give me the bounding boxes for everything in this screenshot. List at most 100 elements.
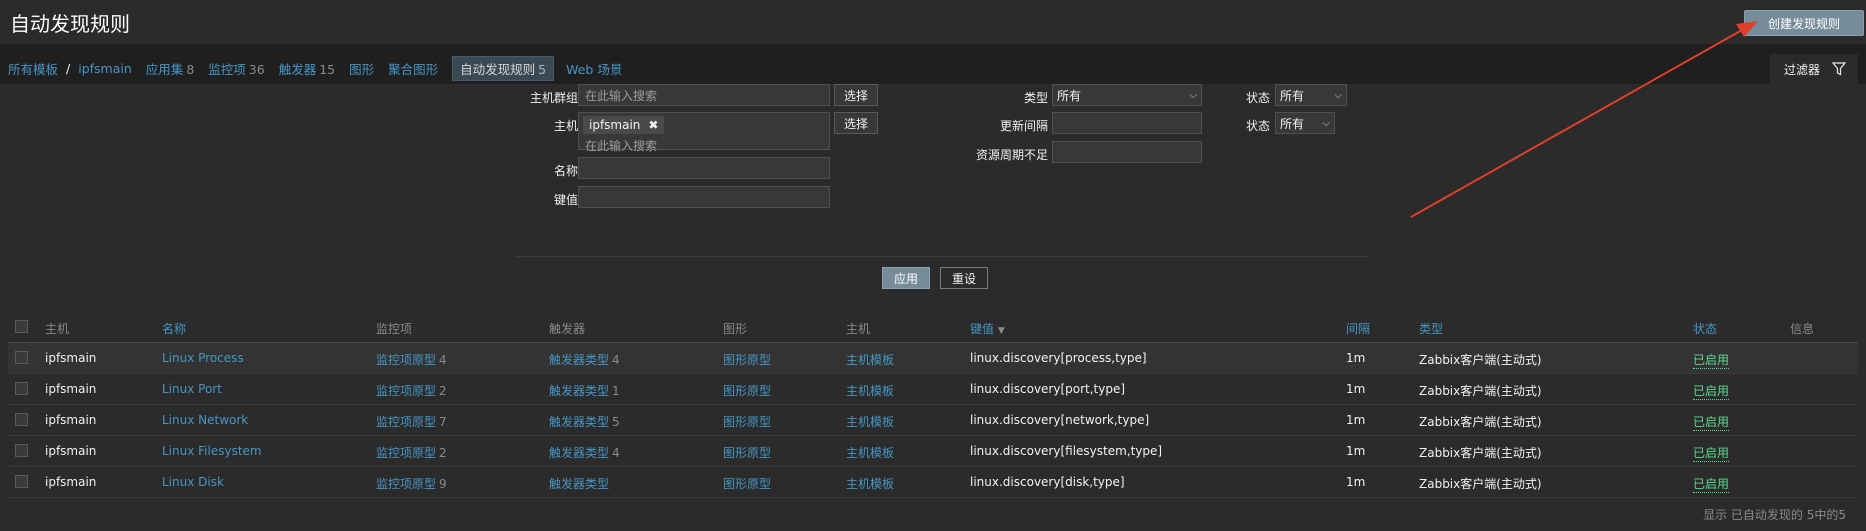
name-input[interactable]: [578, 157, 830, 179]
row-status-toggle[interactable]: 已启用: [1693, 413, 1730, 431]
tab-items[interactable]: 监控项 36: [208, 59, 264, 78]
row-type: Zabbix客户端(主动式): [1419, 415, 1542, 429]
row-status-toggle[interactable]: 已启用: [1693, 382, 1730, 400]
host-label: 主机: [553, 119, 578, 133]
create-discovery-rule-button[interactable]: 创建发现规则: [1744, 10, 1864, 36]
breadcrumb-template[interactable]: ipfsmain: [78, 61, 132, 76]
tab-applications[interactable]: 应用集 8: [146, 59, 194, 78]
filter-tab[interactable]: 过滤器: [1770, 54, 1858, 84]
col-items: 监控项: [376, 322, 413, 336]
tab-screens[interactable]: 聚合图形: [388, 59, 438, 78]
breadcrumb: 所有模板 / ipfsmain 应用集 8 监控项 36 触发器 15 图形 聚合图形…: [8, 56, 636, 81]
apply-button[interactable]: 应用: [882, 267, 930, 289]
row-key: linux.discovery[disk,type]: [970, 475, 1125, 489]
row-name-link[interactable]: Linux Process: [162, 351, 244, 365]
host-group-input[interactable]: 在此输入搜索: [578, 84, 830, 106]
col-type[interactable]: 类型: [1419, 320, 1443, 337]
state-select[interactable]: 所有 ⌵: [1275, 84, 1347, 106]
row-hosts-link[interactable]: 主机模板: [846, 444, 894, 461]
col-name[interactable]: 名称: [162, 320, 186, 337]
row-checkbox[interactable]: [15, 444, 28, 457]
reset-button[interactable]: 重设: [940, 267, 988, 289]
col-hosts: 主机: [846, 322, 871, 336]
select-all-checkbox[interactable]: [15, 320, 28, 333]
row-items-link[interactable]: 监控项原型 9: [376, 475, 447, 492]
row-name-link[interactable]: Linux Disk: [162, 475, 224, 489]
row-checkbox[interactable]: [15, 413, 28, 426]
row-name-link[interactable]: Linux Filesystem: [162, 444, 262, 458]
row-triggers-link[interactable]: 触发器类型 4: [549, 444, 620, 461]
row-checkbox[interactable]: [15, 351, 28, 364]
remove-tag-icon[interactable]: ✖: [648, 118, 658, 132]
row-triggers-link[interactable]: 触发器类型 5: [549, 413, 620, 430]
type-select-value: 所有: [1057, 88, 1082, 103]
table-row: ipfsmain Linux Filesystem 监控项原型 2 触发器类型 4 …: [8, 436, 1858, 467]
row-name-link[interactable]: Linux Port: [162, 382, 222, 396]
col-info: 信息: [1790, 322, 1815, 336]
host-group-label: 主机群组: [529, 91, 578, 105]
row-key: linux.discovery[filesystem,type]: [970, 444, 1163, 458]
discovery-rules-table: 主机 名称 监控项 触发器 图形 主机 键值 ▼ 间隔 类型 状态 信息 ipf…: [8, 312, 1858, 531]
row-triggers-link[interactable]: 触发器类型 4: [549, 351, 620, 368]
row-hosts-link[interactable]: 主机模板: [846, 382, 894, 399]
row-status-toggle[interactable]: 已启用: [1693, 475, 1730, 493]
table-row: ipfsmain Linux Network 监控项原型 7 触发器类型 5 图形原…: [8, 405, 1858, 436]
filter-panel: 主机群组 在此输入搜索 选择 主机 ipfsmain ✖ 在此输入搜索 选择 名…: [8, 84, 1858, 302]
row-graphs-link[interactable]: 图形原型: [723, 444, 771, 461]
host-group-select-button[interactable]: 选择: [834, 84, 878, 106]
tab-triggers[interactable]: 触发器 15: [279, 59, 335, 78]
row-checkbox[interactable]: [15, 382, 28, 395]
row-checkbox[interactable]: [15, 475, 28, 488]
host-select-button[interactable]: 选择: [834, 112, 878, 134]
row-hosts-link[interactable]: 主机模板: [846, 475, 894, 492]
col-interval[interactable]: 间隔: [1346, 320, 1370, 337]
host-multiselect[interactable]: ipfsmain ✖ 在此输入搜索: [578, 112, 830, 153]
interval-label: 更新间隔: [999, 119, 1048, 133]
row-name-link[interactable]: Linux Network: [162, 413, 248, 427]
key-label: 键值: [553, 193, 578, 207]
row-graphs-link[interactable]: 图形原型: [723, 475, 771, 492]
row-status-toggle[interactable]: 已启用: [1693, 444, 1730, 462]
row-host: ipfsmain: [45, 444, 97, 458]
breadcrumb-all-templates[interactable]: 所有模板: [8, 59, 58, 78]
row-hosts-link[interactable]: 主机模板: [846, 413, 894, 430]
col-triggers: 触发器: [549, 322, 586, 336]
row-triggers-link[interactable]: 触发器类型: [549, 475, 612, 492]
interval-input[interactable]: [1052, 112, 1202, 134]
status-select[interactable]: 所有 ⌵: [1275, 112, 1335, 134]
table-row: ipfsmain Linux Port 监控项原型 2 触发器类型 1 图形原型 主…: [8, 374, 1858, 405]
row-graphs-link[interactable]: 图形原型: [723, 382, 771, 399]
host-tag: ipfsmain ✖: [583, 116, 665, 134]
type-select[interactable]: 所有 ⌵: [1052, 84, 1202, 106]
row-key: linux.discovery[network,type]: [970, 413, 1150, 427]
history-label: 资源周期不足: [975, 148, 1048, 162]
row-items-link[interactable]: 监控项原型 2: [376, 382, 447, 399]
filter-tab-label: 过滤器: [1784, 62, 1821, 77]
host-search-placeholder[interactable]: 在此输入搜索: [585, 137, 657, 154]
col-key[interactable]: 键值 ▼: [970, 320, 1005, 337]
key-input[interactable]: [578, 186, 830, 208]
status-select-value: 所有: [1280, 116, 1305, 131]
chevron-down-icon: ⌵: [1189, 89, 1197, 101]
row-status-toggle[interactable]: 已启用: [1693, 351, 1730, 369]
history-input[interactable]: [1052, 141, 1202, 163]
row-hosts-link[interactable]: 主机模板: [846, 351, 894, 368]
tab-discovery-rules[interactable]: 自动发现规则 5: [452, 56, 555, 81]
tab-graphs[interactable]: 图形: [349, 59, 374, 78]
col-key-label: 键值: [970, 322, 995, 336]
nav-bar: 所有模板 / ipfsmain 应用集 8 监控项 36 触发器 15 图形 聚合图形…: [0, 44, 1866, 84]
row-type: Zabbix客户端(主动式): [1419, 477, 1542, 491]
row-items-link[interactable]: 监控项原型 2: [376, 444, 447, 461]
tab-web-scenarios[interactable]: Web 场景: [566, 59, 622, 78]
sort-down-icon: ▼: [997, 326, 1005, 336]
filter-divider: [516, 256, 1368, 257]
row-host: ipfsmain: [45, 351, 97, 365]
row-triggers-link[interactable]: 触发器类型 1: [549, 382, 620, 399]
col-status[interactable]: 状态: [1693, 320, 1717, 337]
row-graphs-link[interactable]: 图形原型: [723, 413, 771, 430]
row-items-link[interactable]: 监控项原型 4: [376, 351, 447, 368]
row-interval: 1m: [1346, 382, 1366, 396]
row-host: ipfsmain: [45, 413, 97, 427]
row-items-link[interactable]: 监控项原型 7: [376, 413, 447, 430]
row-graphs-link[interactable]: 图形原型: [723, 351, 771, 368]
